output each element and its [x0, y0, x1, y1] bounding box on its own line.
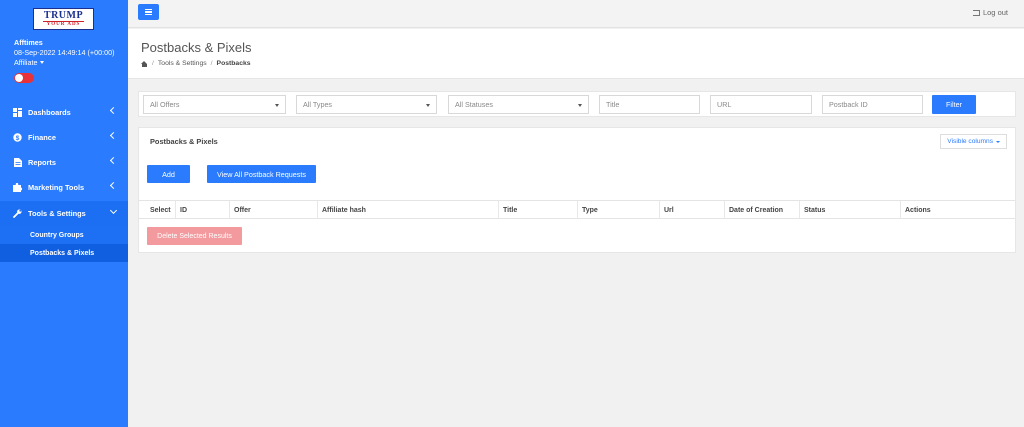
column-header-actions[interactable]: Actions: [901, 201, 1011, 219]
url-input-placeholder: URL: [717, 100, 732, 109]
svg-text:$: $: [16, 135, 20, 142]
postback-id-input[interactable]: Postback ID: [822, 95, 923, 114]
reports-icon: [13, 158, 22, 167]
breadcrumb: / Tools & Settings / Postbacks: [141, 60, 251, 67]
column-header-affiliate-hash[interactable]: Affiliate hash: [318, 201, 499, 219]
sidebar-item-label: Dashboards: [28, 108, 71, 117]
sidebar-item-label: Finance: [28, 133, 56, 142]
visible-columns-dropdown[interactable]: Visible columns: [940, 134, 1007, 149]
page-header: Postbacks & Pixels / Tools & Settings / …: [128, 29, 1024, 79]
user-info: Afftimes 08-Sep-2022 14:49:14 (+00:00) A…: [14, 38, 115, 68]
sidebar-subitem-postbacks-pixels[interactable]: Postbacks & Pixels: [0, 244, 128, 262]
wrench-icon: [13, 209, 22, 218]
add-button[interactable]: Add: [147, 165, 190, 183]
breadcrumb-separator: /: [152, 60, 154, 67]
column-header-id[interactable]: ID: [176, 201, 230, 219]
offers-select[interactable]: All Offers: [143, 95, 286, 114]
title-input-placeholder: Title: [606, 100, 620, 109]
delete-selected-button[interactable]: Delete Selected Results: [147, 227, 242, 245]
sidebar-item-finance[interactable]: $ Finance: [0, 125, 128, 150]
url-input[interactable]: URL: [710, 95, 812, 114]
chevron-left-icon: [109, 181, 118, 190]
page-title: Postbacks & Pixels: [141, 40, 252, 55]
breadcrumb-tools-settings[interactable]: Tools & Settings: [158, 60, 207, 67]
toggle-knob: [15, 74, 23, 82]
offers-select-value: All Offers: [150, 100, 180, 109]
home-icon[interactable]: [141, 60, 148, 67]
puzzle-icon: [13, 183, 22, 192]
logo-line-1: TRUMP: [43, 9, 84, 21]
column-header-status[interactable]: Status: [800, 201, 901, 219]
column-header-title[interactable]: Title: [499, 201, 578, 219]
chevron-left-icon: [109, 156, 118, 165]
statuses-select-value: All Statuses: [455, 100, 493, 109]
sidebar-item-dashboards[interactable]: Dashboards: [0, 100, 128, 125]
chevron-down-icon: [578, 104, 582, 107]
sidebar-item-label: Marketing Tools: [28, 183, 85, 192]
user-datetime: 08-Sep-2022 14:49:14 (+00:00): [14, 48, 115, 57]
sidebar-nav: Dashboards $ Finance Reports Marketing T…: [0, 100, 128, 262]
chevron-down-icon: [426, 104, 430, 107]
status-toggle[interactable]: [14, 73, 34, 83]
sidebar-item-label: Tools & Settings: [28, 209, 86, 218]
filter-button[interactable]: Filter: [932, 95, 976, 114]
filter-bar: All Offers All Types All Statuses Title …: [138, 91, 1016, 117]
chevron-left-icon: [109, 131, 118, 140]
sidebar-item-marketing-tools[interactable]: Marketing Tools: [0, 175, 128, 200]
panel-title: Postbacks & Pixels: [150, 137, 218, 146]
hamburger-line: [145, 14, 152, 16]
menu-toggle-button[interactable]: [138, 4, 159, 20]
visible-columns-label: Visible columns: [947, 138, 993, 145]
chevron-down-icon: [996, 140, 1000, 143]
top-bar: Log out: [128, 0, 1024, 28]
sidebar-item-reports[interactable]: Reports: [0, 150, 128, 175]
chevron-down-icon: [109, 206, 118, 215]
hamburger-line: [145, 8, 152, 10]
breadcrumb-separator: /: [210, 60, 213, 67]
table-header: Select ID Offer Affiliate hash Title Typ…: [139, 200, 1015, 219]
column-header-url[interactable]: Url: [660, 201, 725, 219]
finance-icon: $: [13, 133, 22, 142]
logout-label: Log out: [982, 8, 1008, 17]
logo-line-2: YOUR ADS: [42, 20, 85, 28]
column-header-type[interactable]: Type: [578, 201, 660, 219]
types-select[interactable]: All Types: [296, 95, 437, 114]
column-header-select[interactable]: Select: [146, 201, 176, 219]
logout-icon: [972, 9, 980, 16]
chevron-down-icon: [275, 104, 279, 107]
sidebar: TRUMP YOUR ADS Afftimes 08-Sep-2022 14:4…: [0, 0, 128, 427]
column-header-offer[interactable]: Offer: [230, 201, 318, 219]
user-role-dropdown[interactable]: Affiliate: [14, 58, 115, 68]
view-all-postback-requests-button[interactable]: View All Postback Requests: [207, 165, 316, 183]
sidebar-subitem-country-groups[interactable]: Country Groups: [0, 226, 128, 244]
user-name: Afftimes: [14, 38, 43, 47]
types-select-value: All Types: [303, 100, 333, 109]
dashboard-icon: [13, 108, 22, 117]
sidebar-item-label: Reports: [28, 158, 56, 167]
chevron-left-icon: [109, 106, 118, 115]
sidebar-item-tools-settings[interactable]: Tools & Settings: [0, 201, 128, 226]
postback-id-placeholder: Postback ID: [829, 100, 868, 109]
title-input[interactable]: Title: [599, 95, 700, 114]
logout-link[interactable]: Log out: [972, 8, 1008, 17]
column-header-date-of-creation[interactable]: Date of Creation: [725, 201, 800, 219]
postbacks-panel: Postbacks & Pixels Visible columns Add V…: [138, 127, 1016, 253]
statuses-select[interactable]: All Statuses: [448, 95, 589, 114]
hamburger-line: [145, 11, 152, 13]
brand-logo[interactable]: TRUMP YOUR ADS: [33, 8, 94, 30]
breadcrumb-current: Postbacks: [216, 60, 251, 67]
